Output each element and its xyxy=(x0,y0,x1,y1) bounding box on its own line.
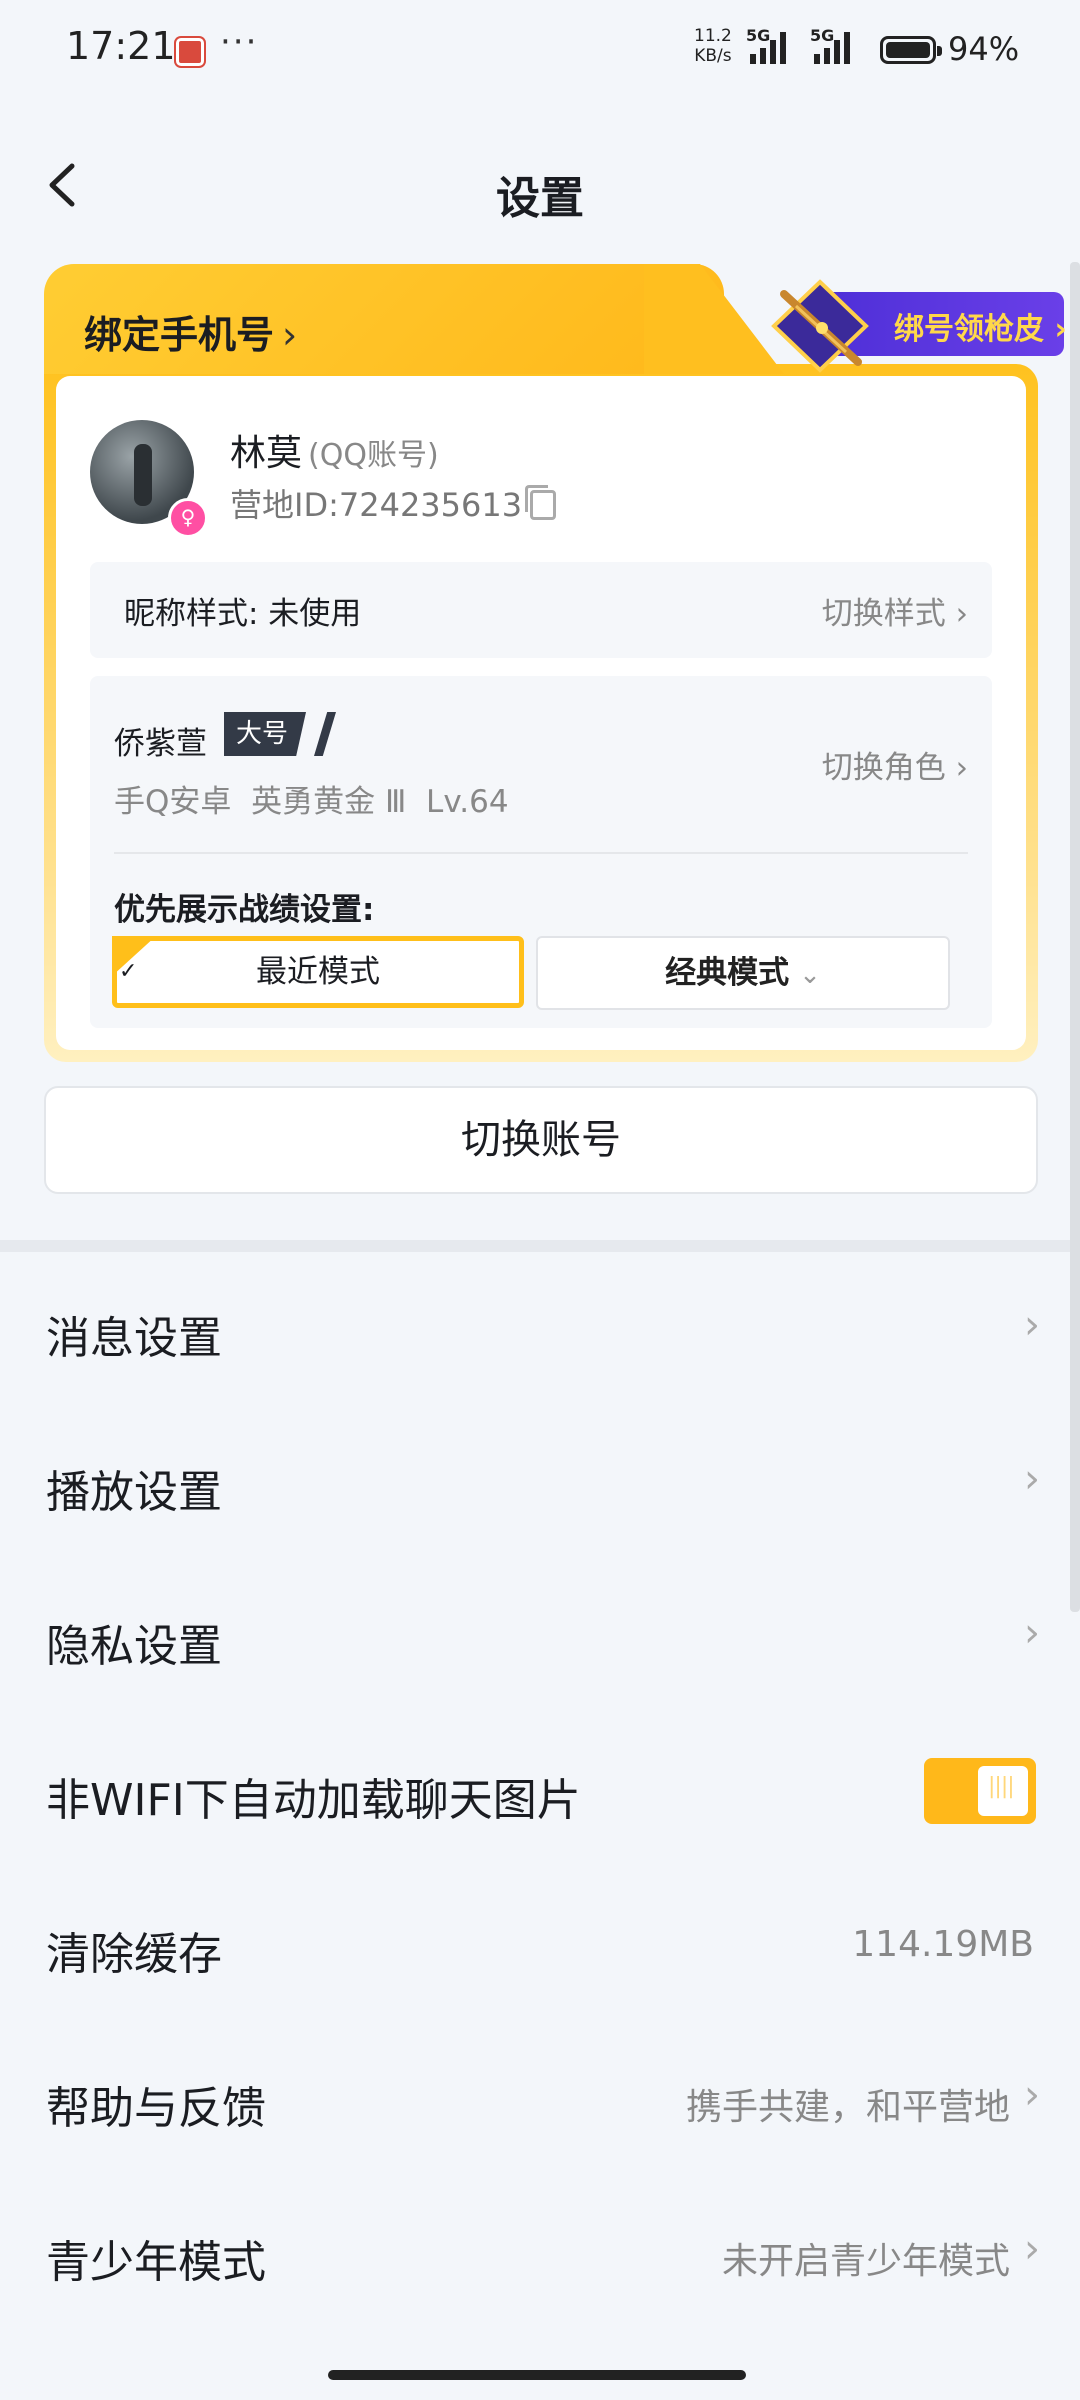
tag-slash-decoration xyxy=(314,712,336,756)
account-type: (QQ账号) xyxy=(308,438,439,473)
switch-role-link[interactable]: 切换角色 › xyxy=(822,742,968,787)
chevron-down-icon: ⌄ xyxy=(799,960,821,990)
gun-skin-icon xyxy=(771,279,869,373)
account-card: ♀ 林莫 (QQ账号) 营地ID:724235613 昵称样式: 未使用 切换样式… xyxy=(44,264,1067,1062)
role-name: 侨紫萱 xyxy=(114,726,207,762)
chevron-right-icon: › xyxy=(282,313,298,357)
bind-phone-label: 绑定手机号 xyxy=(84,313,275,357)
copy-icon[interactable] xyxy=(525,485,557,520)
user-name-line: 林莫 (QQ账号) xyxy=(230,424,439,476)
user-name: 林莫 xyxy=(230,433,303,474)
card-inner: ♀ 林莫 (QQ账号) 营地ID:724235613 昵称样式: 未使用 切换样式… xyxy=(56,376,1026,1050)
status-bar: 17:21 ··· 11.2 KB/s 5G 5G 94% xyxy=(66,22,1020,68)
status-time: 17:21 xyxy=(66,24,176,68)
chevron-right-icon: › xyxy=(1024,1456,1040,1502)
recent-mode-button[interactable]: 最近模式 ✓ xyxy=(112,936,524,1008)
page-title: 设置 xyxy=(496,173,584,224)
switch-style-link[interactable]: 切换样式 › xyxy=(822,588,968,633)
role-meta: 手Q安卓 英勇黄金 Ⅲ Lv.64 xyxy=(114,784,509,820)
cache-size: 114.19MB xyxy=(852,1924,1034,1965)
network-speed: 11.2 KB/s xyxy=(694,26,732,66)
main-account-tag: 大号 xyxy=(224,712,307,756)
battery-icon xyxy=(880,36,942,64)
scrollbar[interactable] xyxy=(1070,262,1080,1612)
battery-percent: 94% xyxy=(948,30,1020,68)
settings-item-message[interactable]: 消息设置 › xyxy=(0,1252,1080,1406)
gender-female-icon: ♀ xyxy=(168,498,208,538)
auto-load-images-toggle[interactable] xyxy=(924,1758,1036,1824)
divider xyxy=(114,852,968,854)
settings-item-privacy[interactable]: 隐私设置 › xyxy=(0,1560,1080,1714)
notification-app-icon xyxy=(176,38,204,66)
chevron-right-icon: › xyxy=(1024,2226,1040,2272)
bind-phone-tab[interactable]: 绑定手机号 › xyxy=(44,264,724,374)
classic-mode-button[interactable]: 经典模式 ⌄ xyxy=(536,936,950,1010)
help-feedback-hint: 携手共建，和平营地 xyxy=(685,2087,1010,2128)
more-notifications-icon: ··· xyxy=(220,22,259,62)
settings-item-auto-load-images: 非WIFI下自动加载聊天图片 xyxy=(0,1714,1080,1868)
teen-mode-status: 未开启青少年模式 xyxy=(721,2241,1010,2282)
chevron-right-icon: › xyxy=(1024,1302,1040,1348)
chevron-right-icon: › xyxy=(1024,2072,1040,2118)
role-panel: 侨紫萱 大号 手Q安卓 英勇黄金 Ⅲ Lv.64 切换角色 › 优先展示战绩设置… xyxy=(90,676,992,1028)
nickname-style-row[interactable]: 昵称样式: 未使用 切换样式 › xyxy=(90,562,992,658)
section-separator xyxy=(0,1240,1080,1252)
bind-reward-label: 绑号领枪皮 › xyxy=(894,312,1067,347)
home-indicator[interactable] xyxy=(328,2370,746,2380)
settings-item-teen-mode[interactable]: 青少年模式 未开启青少年模式 › xyxy=(0,2176,1080,2330)
settings-item-help-feedback[interactable]: 帮助与反馈 携手共建，和平营地 › xyxy=(0,2022,1080,2176)
chevron-right-icon: › xyxy=(1024,1610,1040,1656)
check-icon: ✓ xyxy=(119,959,138,984)
camp-id: 营地ID:724235613 xyxy=(230,480,557,526)
record-pref-label: 优先展示战绩设置: xyxy=(114,892,375,928)
card-frame: ♀ 林莫 (QQ账号) 营地ID:724235613 昵称样式: 未使用 切换样式… xyxy=(44,364,1038,1062)
switch-account-button[interactable]: 切换账号 xyxy=(44,1086,1038,1194)
settings-item-playback[interactable]: 播放设置 › xyxy=(0,1406,1080,1560)
nickname-style-label: 昵称样式: 未使用 xyxy=(124,596,362,632)
settings-item-clear-cache[interactable]: 清除缓存 114.19MB xyxy=(0,1868,1080,2022)
